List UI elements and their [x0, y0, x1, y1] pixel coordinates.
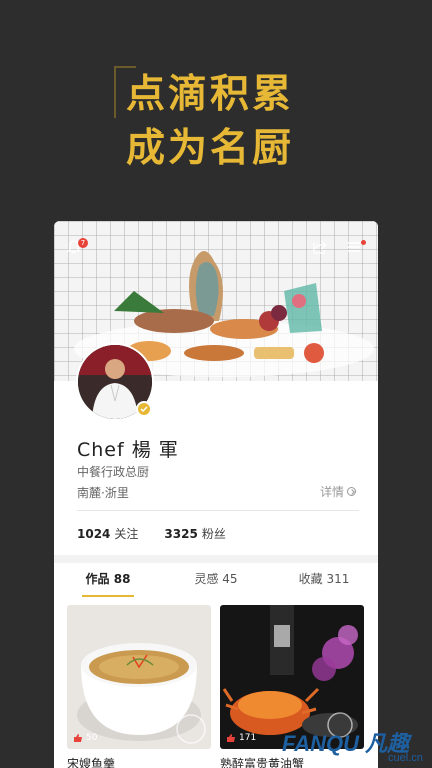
post-image[interactable]: 50 [67, 605, 211, 749]
section-separator [54, 555, 378, 563]
followers-count: 3325 [164, 527, 198, 541]
profile-stats: 1024 关注 3325 粉丝 [77, 525, 226, 542]
divider [77, 510, 359, 511]
followers-stat[interactable]: 3325 粉丝 [164, 525, 225, 542]
notification-count-badge: 7 [78, 238, 88, 248]
profile-location: 南麓·浙里 [77, 486, 129, 500]
hero-headline-line1: 点滴积累 [126, 72, 295, 117]
menu-notification-dot [361, 240, 366, 245]
profile-name: Chef 楊 軍 [77, 439, 179, 461]
tab-works[interactable]: 作品 88 [54, 563, 162, 597]
tab-inspiration[interactable]: 灵感 45 [162, 563, 270, 597]
profile-card: 7 Chef 楊 軍 中餐行政总厨 南麓·浙里 详情 1024 关注 3325 … [54, 221, 378, 768]
following-label: 关注 [114, 527, 139, 541]
following-stat[interactable]: 1024 关注 [77, 525, 138, 542]
post-card[interactable]: 50 宋嫂鱼羹 [67, 605, 211, 768]
post-likes: 50 [73, 733, 97, 743]
watermark-sub: cuel.cn [388, 752, 423, 764]
post-title: 宋嫂鱼羹 [67, 757, 116, 768]
thumbs-up-icon [227, 734, 235, 742]
followers-label: 粉丝 [201, 527, 226, 541]
post-likes: 171 [226, 733, 256, 743]
details-label: 详情 [319, 485, 344, 499]
hero-headline-line2: 成为名厨 [126, 126, 295, 171]
share-icon[interactable] [312, 239, 334, 261]
post-likes-count: 171 [239, 733, 257, 743]
hero-banner: 点滴积累 成为名厨 [0, 0, 432, 220]
thumbs-up-icon [74, 734, 82, 742]
verified-badge-icon [136, 401, 152, 417]
profile-title: 中餐行政总厨 [77, 465, 150, 479]
details-link[interactable]: 详情 [320, 483, 356, 500]
post-likes-count: 50 [86, 733, 98, 743]
content-tabs: 作品 88 灵感 45 收藏 311 [54, 563, 378, 597]
chevron-right-icon [347, 487, 356, 496]
following-count: 1024 [77, 527, 111, 541]
tab-favorites[interactable]: 收藏 311 [270, 563, 378, 597]
watermark: FANQU 凡趣 cuel.cn [262, 716, 432, 768]
